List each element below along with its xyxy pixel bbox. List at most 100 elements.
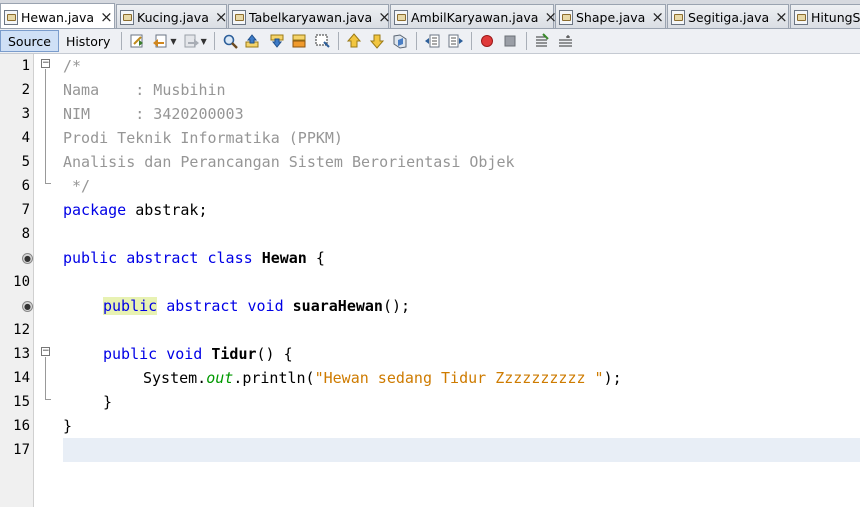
code-token: System. — [143, 369, 207, 387]
line-number: 4 — [21, 130, 30, 146]
source-button[interactable]: Source — [0, 30, 59, 52]
close-icon[interactable]: × — [215, 9, 228, 25]
code-line: public abstract void suaraHewan(); — [103, 294, 410, 318]
code-line: package abstrak; — [63, 198, 208, 222]
code-line: public void Tidur() { — [103, 342, 293, 366]
history-button[interactable]: History — [59, 30, 117, 52]
shift-left-icon[interactable] — [424, 33, 441, 49]
fold-guide-end — [45, 183, 51, 184]
fold-guide-end — [45, 399, 51, 400]
tab-label: Segitiga.java — [688, 9, 770, 25]
line-number: 5 — [21, 154, 30, 170]
toggle-highlight-icon[interactable] — [291, 33, 308, 49]
code-line: public abstract class Hewan { — [63, 246, 325, 270]
tab-label: HitungSe — [811, 9, 860, 25]
toolbar-separator — [525, 32, 527, 50]
line-number: 10 — [13, 274, 30, 290]
code-editor[interactable]: /* Nama : Musbihin NIM : 3420200003 Prod… — [63, 54, 860, 507]
tab-hewan-java[interactable]: Hewan.java × — [0, 3, 115, 28]
editor-toolbar: Source History ▼ ▼ — [0, 29, 860, 54]
back-icon[interactable] — [152, 33, 169, 49]
code-line: */ — [63, 177, 91, 195]
code-line: Prodi Teknik Informatika (PPKM) — [63, 129, 343, 147]
java-file-icon — [559, 9, 573, 25]
line-number: 17 — [13, 442, 30, 458]
fold-collapse-icon[interactable]: − — [41, 347, 50, 356]
line-number: 13 — [13, 346, 30, 362]
forward-icon[interactable] — [183, 33, 200, 49]
code-line: Analisis dan Perancangan Sistem Berorien… — [63, 153, 515, 171]
line-number: 12 — [13, 322, 30, 338]
field-token: out — [206, 369, 234, 387]
line-number: 1 — [21, 58, 30, 74]
keyword-token-highlighted: public — [103, 297, 158, 315]
toolbar-separator — [470, 32, 472, 50]
find-next-icon[interactable] — [268, 33, 285, 49]
chevron-down-icon[interactable]: ▼ — [170, 37, 176, 46]
line-number: 6 — [21, 178, 30, 194]
editor-tab-bar: Hewan.java × Kucing.java × Tabelkaryawan… — [0, 0, 860, 29]
code-token: .println( — [233, 369, 315, 387]
keyword-token: public abstract class — [63, 249, 253, 267]
code-line: } — [103, 393, 113, 411]
toggle-bookmark-icon[interactable] — [392, 33, 409, 49]
java-file-icon — [671, 9, 685, 25]
tab-label: Hewan.java — [21, 9, 95, 25]
line-number: 7 — [21, 202, 30, 218]
stop-macro-icon[interactable] — [502, 33, 519, 49]
tab-label: Shape.java — [576, 9, 646, 25]
line-number: 16 — [13, 418, 30, 434]
close-icon[interactable]: × — [100, 9, 113, 25]
comment-icon[interactable] — [534, 33, 551, 49]
next-bookmark-icon[interactable] — [369, 33, 386, 49]
tab-shape-java[interactable]: Shape.java × — [555, 4, 666, 28]
chevron-down-icon[interactable]: ▼ — [201, 37, 207, 46]
shift-right-icon[interactable] — [447, 33, 464, 49]
keyword-token: public void — [103, 345, 203, 363]
java-file-icon — [794, 9, 808, 25]
code-line: Nama : Musbihin — [63, 81, 226, 99]
last-edit-icon[interactable] — [129, 33, 146, 49]
java-file-icon — [120, 9, 134, 25]
line-number: 8 — [21, 226, 30, 242]
string-token: "Hewan sedang Tidur Zzzzzzzzzz " — [314, 369, 604, 387]
tab-hitungse[interactable]: HitungSe — [790, 4, 860, 28]
toggle-rectangular-icon[interactable] — [314, 33, 331, 49]
code-token: ); — [603, 369, 622, 387]
find-icon[interactable] — [222, 33, 239, 49]
tab-tabelkaryawan-java[interactable]: Tabelkaryawan.java × — [228, 4, 391, 28]
line-number: 2 — [21, 82, 30, 98]
toolbar-separator — [415, 32, 417, 50]
keyword-token: package — [63, 201, 127, 219]
line-number-gutter: 1 2 3 4 5 6 7 8 13 14 15 16 17 10 12 — [0, 54, 34, 507]
previous-bookmark-icon[interactable] — [346, 33, 363, 49]
fold-guide — [45, 357, 46, 399]
close-icon[interactable]: × — [775, 9, 788, 25]
java-file-icon — [394, 9, 408, 25]
tab-label: Tabelkaryawan.java — [249, 9, 373, 25]
line-number: 14 — [13, 370, 30, 386]
find-previous-icon[interactable] — [245, 33, 262, 49]
override-marker-icon[interactable]: ● — [22, 253, 33, 264]
fold-collapse-icon[interactable]: − — [41, 59, 50, 68]
code-line: System.out.println("Hewan sedang Tidur Z… — [143, 366, 622, 390]
start-macro-icon[interactable] — [479, 33, 496, 49]
code-token: () { — [256, 345, 293, 363]
line-number: 3 — [21, 106, 30, 122]
override-marker-icon[interactable]: ● — [22, 301, 33, 312]
tab-label: AmbilKaryawan.java — [411, 9, 539, 25]
toolbar-separator — [213, 32, 215, 50]
close-icon[interactable]: × — [378, 9, 391, 25]
fold-guide — [45, 69, 46, 183]
class-name-token: Hewan — [261, 249, 307, 267]
tab-ambilkaryawan-java[interactable]: AmbilKaryawan.java × — [390, 4, 557, 28]
close-icon[interactable]: × — [651, 9, 664, 25]
tab-segitiga-java[interactable]: Segitiga.java × — [667, 4, 789, 28]
code-line: /* — [63, 57, 82, 75]
uncomment-icon[interactable] — [557, 33, 574, 49]
java-file-icon — [4, 9, 18, 25]
method-name-token: Tidur — [211, 345, 257, 363]
code-token: { — [306, 249, 325, 267]
tab-label: Kucing.java — [137, 9, 209, 25]
tab-kucing-java[interactable]: Kucing.java × — [116, 4, 228, 28]
